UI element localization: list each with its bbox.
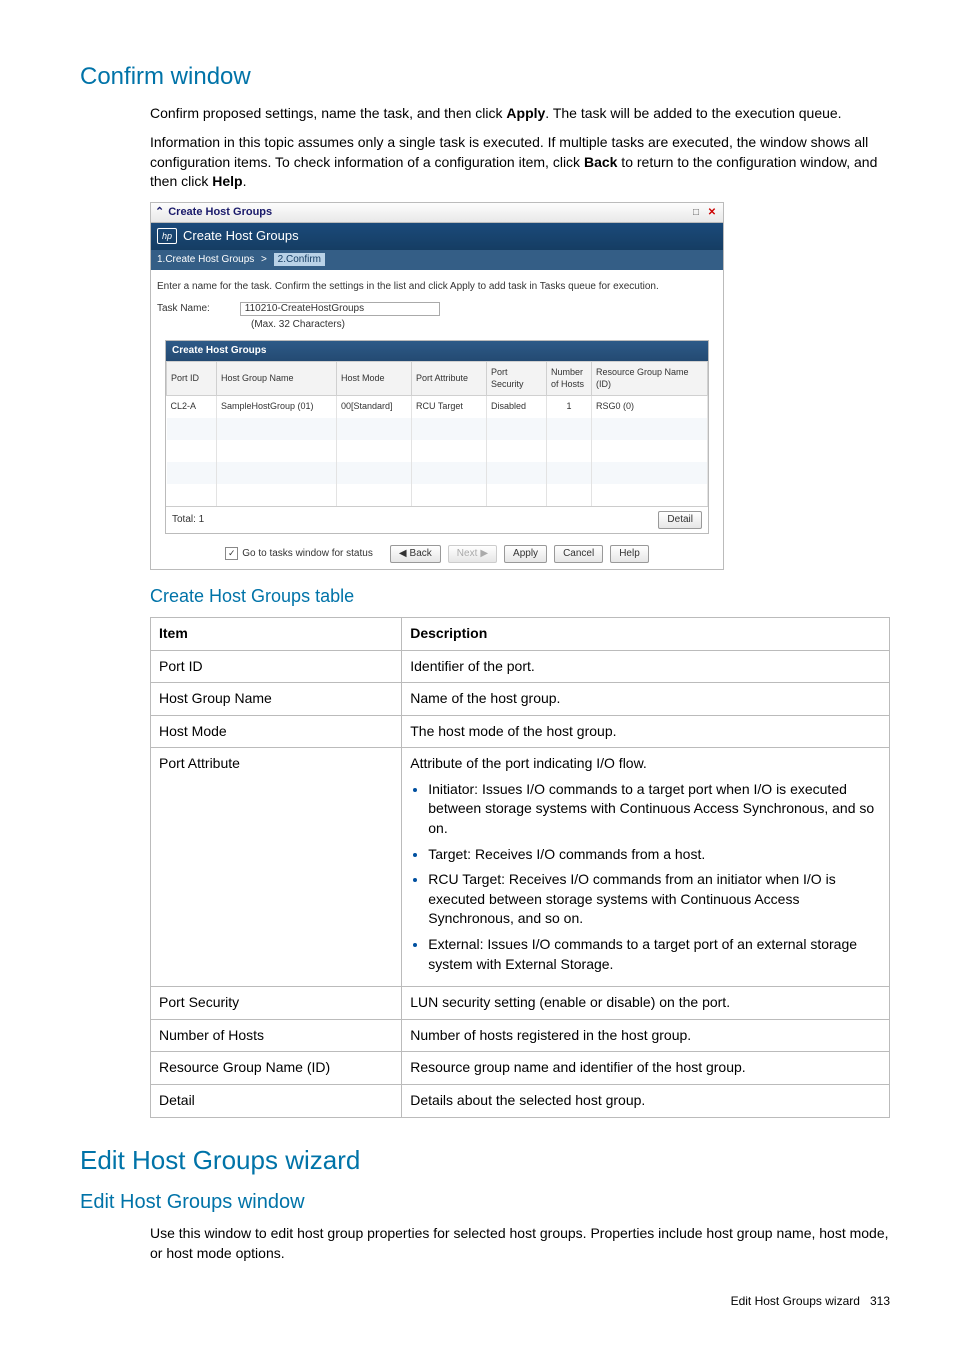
dialog-header: hp Create Host Groups: [151, 223, 723, 249]
breadcrumb: 1.Create Host Groups > 2.Confirm: [151, 250, 723, 270]
task-name-label: Task Name:: [157, 302, 210, 316]
list-item: Target: Receives I/O commands from a hos…: [428, 845, 881, 865]
maximize-icon[interactable]: □: [689, 207, 703, 219]
triangle-right-icon: ▶: [480, 547, 488, 561]
desc-item: Port Security: [151, 987, 402, 1020]
triangle-left-icon: ◀: [399, 547, 407, 561]
apply-button[interactable]: Apply: [504, 545, 547, 563]
next-label: Next: [457, 547, 478, 561]
desc-hdr-description: Description: [402, 617, 890, 650]
dialog-title: Create Host Groups: [183, 227, 299, 245]
task-name-input[interactable]: 110210-CreateHostGroups: [240, 302, 440, 316]
list-item: External: Issues I/O commands to a targe…: [428, 935, 881, 974]
text: . The task will be added to the executio…: [545, 105, 841, 121]
desc-text: Resource group name and identifier of th…: [402, 1052, 890, 1085]
footer-page-number: 313: [870, 1294, 890, 1308]
desc-item: Host Group Name: [151, 683, 402, 716]
help-button[interactable]: Help: [610, 545, 649, 563]
edit-host-groups-wizard-heading: Edit Host Groups wizard: [80, 1142, 894, 1178]
cell-port-id: CL2-A: [167, 395, 217, 418]
desc-text: Name of the host group.: [402, 683, 890, 716]
col-port-attribute[interactable]: Port Attribute: [412, 361, 487, 395]
page-footer: Edit Host Groups wizard 313: [150, 1293, 890, 1310]
desc-text: The host mode of the host group.: [402, 715, 890, 748]
go-tasks-checkbox[interactable]: ✓: [225, 547, 238, 560]
create-host-groups-panel: Create Host Groups Port ID Host Group Na…: [165, 340, 709, 534]
desc-item: Port ID: [151, 650, 402, 683]
task-name-hint: (Max. 32 Characters): [151, 318, 723, 340]
list-item: Initiator: Issues I/O commands to a targ…: [428, 780, 881, 839]
list-item: RCU Target: Receives I/O commands from a…: [428, 870, 881, 929]
cell-host-mode: 00[Standard]: [337, 395, 412, 418]
desc-item: Resource Group Name (ID): [151, 1052, 402, 1085]
breadcrumb-sep: >: [261, 254, 267, 265]
edit-host-groups-window-heading: Edit Host Groups window: [80, 1188, 894, 1216]
help-bold: Help: [212, 173, 242, 189]
detail-button[interactable]: Detail: [658, 511, 702, 529]
cell-port-attribute: RCU Target: [412, 395, 487, 418]
hp-logo-icon: hp: [157, 228, 177, 244]
desc-item: Number of Hosts: [151, 1019, 402, 1052]
collapse-icon[interactable]: ⌃: [155, 205, 164, 220]
col-host-mode[interactable]: Host Mode: [337, 361, 412, 395]
total-label: Total: 1: [172, 513, 204, 527]
footer-section-label: Edit Host Groups wizard: [731, 1294, 860, 1308]
col-resource-group[interactable]: Resource Group Name (ID): [592, 361, 708, 395]
screenshot-create-host-groups: ⌃ Create Host Groups □ ✕ hp Create Host …: [150, 202, 724, 570]
apply-bold: Apply: [506, 105, 545, 121]
desc-text: Details about the selected host group.: [402, 1085, 890, 1118]
window-titlebar: ⌃ Create Host Groups □ ✕: [151, 203, 723, 223]
col-num-hosts[interactable]: Number of Hosts: [547, 361, 592, 395]
col-host-group-name[interactable]: Host Group Name: [217, 361, 337, 395]
desc-item: Detail: [151, 1085, 402, 1118]
confirm-paragraph-2: Information in this topic assumes only a…: [150, 133, 894, 192]
host-groups-table: Port ID Host Group Name Host Mode Port A…: [166, 361, 708, 506]
cell-port-security: Disabled: [487, 395, 547, 418]
table-row[interactable]: CL2-A SampleHostGroup (01) 00[Standard] …: [167, 395, 708, 418]
desc-hdr-item: Item: [151, 617, 402, 650]
desc-text: Number of hosts registered in the host g…: [402, 1019, 890, 1052]
text: .: [243, 173, 247, 189]
breadcrumb-step-1: 1.Create Host Groups: [157, 254, 254, 265]
create-host-groups-table-heading: Create Host Groups table: [150, 584, 894, 609]
back-button[interactable]: ◀Back: [390, 545, 441, 563]
cell-host-group-name: SampleHostGroup (01): [217, 395, 337, 418]
cell-num-hosts: 1: [547, 395, 592, 418]
edit-host-groups-paragraph: Use this window to edit host group prope…: [150, 1224, 894, 1263]
panel-header: Create Host Groups: [166, 341, 708, 361]
breadcrumb-step-2: 2.Confirm: [274, 253, 325, 266]
desc-text: LUN security setting (enable or disable)…: [402, 987, 890, 1020]
description-table: Item Description Port ID Identifier of t…: [150, 617, 890, 1118]
instruction-text: Enter a name for the task. Confirm the s…: [151, 270, 723, 300]
next-button: Next▶: [448, 545, 497, 563]
confirm-paragraph-1: Confirm proposed settings, name the task…: [150, 104, 894, 124]
back-bold: Back: [584, 154, 617, 170]
cell-resource-group: RSG0 (0): [592, 395, 708, 418]
back-label: Back: [410, 547, 432, 561]
desc-item: Port Attribute: [151, 748, 402, 987]
desc-text: Identifier of the port.: [402, 650, 890, 683]
text: Confirm proposed settings, name the task…: [150, 105, 506, 121]
desc-text: Attribute of the port indicating I/O flo…: [402, 748, 890, 987]
window-title: Create Host Groups: [168, 205, 272, 220]
dialog-footer: ✓ Go to tasks window for status ◀Back Ne…: [151, 540, 723, 569]
confirm-window-heading: Confirm window: [80, 60, 894, 94]
desc-intro: Attribute of the port indicating I/O flo…: [410, 755, 647, 771]
desc-item: Host Mode: [151, 715, 402, 748]
cancel-button[interactable]: Cancel: [554, 545, 603, 563]
col-port-id[interactable]: Port ID: [167, 361, 217, 395]
close-icon[interactable]: ✕: [705, 207, 719, 219]
col-port-security[interactable]: Port Security: [487, 361, 547, 395]
go-tasks-label: Go to tasks window for status: [242, 547, 373, 561]
